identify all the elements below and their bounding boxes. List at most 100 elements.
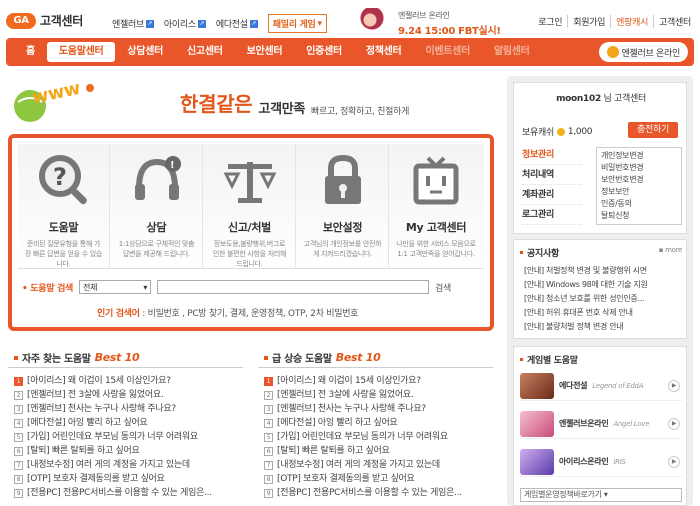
faq-item-text: [엔젤러브] 전 3살에 사랑을 잃었어요.	[277, 390, 414, 400]
faq-rising-header: 급 상승 도움말 Best 10	[258, 351, 493, 368]
submenu-item[interactable]: 보안번호변경	[601, 174, 677, 186]
faq-item[interactable]: 7 [내정보수정] 여러 게의 계정을 가지고 있는데	[258, 458, 493, 472]
faq-best-title: 자주 찾는 도움말	[22, 354, 91, 365]
faq-item[interactable]: 4 [에다전설] 아잉 빨리 하고 싶어요	[8, 416, 243, 430]
faq-item-text: [아이리스] 왜 이겁이 15세 이상인가요?	[277, 376, 421, 386]
category-security[interactable]: 보안설정 고객님의 개인정보를 안전하게 지켜드리겠습니다.	[297, 144, 389, 269]
popular-keywords-list[interactable]: : 비밀번호 , PC방 찾기, 결제, 운영정책, OTP, 2차 비밀번호	[140, 309, 358, 319]
angellove-shortcut-button[interactable]: 엔젤러브 온라인	[598, 42, 688, 62]
nav-consult-center[interactable]: 상담센터	[115, 38, 175, 66]
lock-icon	[324, 154, 361, 204]
faq-item[interactable]: 7 [내정보수정] 여러 게의 계정을 가지고 있는데	[8, 458, 243, 472]
faq-item[interactable]: 9 [전용PC] 전용PC서비스를 이용할 수 있는 게임은...	[8, 486, 243, 500]
cash-link[interactable]: 엔팡캐시	[610, 15, 653, 28]
faq-item[interactable]: 1 [아이리스] 왜 이겁이 15세 이상인가요?	[258, 374, 493, 388]
notice-item[interactable]: [안내] 처벌정책 변경 및 불량행위 시면	[524, 264, 648, 278]
faq-item[interactable]: 8 [OTP] 보호자 결제동의를 받고 싶어요	[258, 472, 493, 486]
category-desc: 1:1상담으로 구체적인 맞춤 답변을 제공해 드립니다.	[118, 240, 195, 258]
game-thumbnail	[520, 410, 554, 437]
nav-report-center[interactable]: 신고센터	[175, 38, 235, 66]
faq-item-text: [가입] 어린인데요 부모님 동의가 너무 어려워요	[277, 432, 448, 442]
main-nav: 홈 도움말센터 상담센터 신고센터 보안센터 인증센터 정책센터 이벤트센터 알…	[6, 38, 694, 66]
notice-title-text: 공지사항	[527, 249, 559, 259]
support-link[interactable]: 고객센터	[653, 15, 696, 28]
menu-account[interactable]: 계좌관리	[522, 185, 582, 205]
nav-security-center[interactable]: 보안센터	[235, 38, 295, 66]
more-label: more	[665, 246, 682, 254]
signup-link[interactable]: 회원가입	[567, 15, 610, 28]
nav-home[interactable]: 홈	[14, 38, 47, 66]
game-link-edda[interactable]: 에다전설 ↗	[216, 17, 258, 30]
game-policy-select-value: 게임별운영정책바로가기	[524, 490, 602, 499]
game-help-edda[interactable]: 에다전설 Legend of EddA ▶	[520, 371, 682, 401]
rank-badge: 7	[14, 460, 23, 470]
cash-value: 1,000	[567, 126, 593, 137]
notice-item[interactable]: [안내] 허위 휴대폰 번호 삭제 안내	[524, 306, 648, 320]
nav-auth-center[interactable]: 인증센터	[294, 38, 354, 66]
submenu-item[interactable]: 개인정보변경	[601, 150, 677, 162]
faq-item[interactable]: 1 [아이리스] 왜 이겁이 15세 이상인가요?	[8, 374, 243, 388]
game-link-label: 엔젤러브	[112, 20, 144, 30]
category-help[interactable]: ? 도움말 준비된 질문유형을 통해 가장 빠른 답변을 얻을 수 있습니다.	[18, 144, 110, 269]
game-link-iris[interactable]: 아이리스 ↗	[164, 17, 206, 30]
notice-more-link[interactable]: ▪ more	[659, 246, 683, 254]
submenu-item[interactable]: 비밀번호변경	[601, 162, 677, 174]
faq-item[interactable]: 3 [엔젤러브] 천사는 누구나 사랑해 주나요?	[258, 402, 493, 416]
search-scope-select[interactable]: 전체 ▾	[79, 280, 152, 294]
faq-item-text: [에다전설] 아잉 빨리 하고 싶어요	[277, 418, 398, 428]
nav-notice-center[interactable]: 알림센터	[482, 38, 542, 66]
category-my-support[interactable]: My 고객센터 나만을 위한 서비스 모음으로 1:1 고객만족을 얻어갑니다.	[390, 144, 482, 269]
game-link-angellove[interactable]: 엔젤러브 ↗	[112, 17, 154, 30]
submenu-item[interactable]: 탈퇴신청	[601, 210, 677, 222]
rank-badge: 6	[14, 446, 23, 456]
rank-badge: 1	[264, 376, 273, 386]
category-desc: 나만을 위한 서비스 모음으로 1:1 고객만족을 얻어갑니다.	[396, 240, 476, 258]
info-submenu: 개인정보변경 비밀번호변경 보안번호변경 정보보안 인증/동의 탈퇴신청	[596, 147, 682, 225]
faq-item[interactable]: 5 [가입] 어린인데요 부모님 동의가 너무 어려워요	[8, 430, 243, 444]
nav-event-center[interactable]: 이벤트센터	[413, 38, 482, 66]
notice-item[interactable]: [안내] 불량처벌 정책 변경 안내	[524, 320, 648, 334]
account-card: moon102 님 고객센터 보유캐쉬 1,000 충전하기 정보관리 처리내역 …	[513, 82, 687, 234]
game-policy-select[interactable]: 게임별운영정책바로가기 ▾	[520, 488, 682, 502]
event-banner[interactable]: 엔젤러브 온라인 9.24 15:00 FBT실시!	[350, 8, 505, 37]
faq-item[interactable]: 4 [에다전설] 아잉 빨리 하고 싶어요	[258, 416, 493, 430]
banner-line1: 엔젤러브 온라인	[398, 11, 450, 20]
submenu-item[interactable]: 인증/동의	[601, 198, 677, 210]
nav-help-center[interactable]: 도움말센터	[46, 42, 116, 62]
category-report[interactable]: 신고/처벌 정보도용,불량행위,버그로 인한 불편한 사항을 처리해 드립니다.	[204, 144, 296, 269]
faq-item[interactable]: 3 [엔젤러브] 천사는 누구나 사랑해 주나요?	[8, 402, 243, 416]
faq-item[interactable]: 8 [OTP] 보호자 결제동의를 받고 싶어요	[8, 472, 243, 486]
account-links: 로그인 회원가입 엔팡캐시 고객센터	[533, 15, 696, 28]
notice-item[interactable]: [안내] Windows 98에 대한 기술 지원	[524, 278, 648, 292]
category-label: 보안설정	[322, 221, 363, 234]
menu-history[interactable]: 처리내역	[522, 165, 582, 185]
notice-item[interactable]: [안내] 청소년 보호를 위한 성인인증...	[524, 292, 648, 306]
faq-item[interactable]: 9 [전용PC] 전용PC서비스를 이용할 수 있는 게임은...	[258, 486, 493, 500]
category-consult[interactable]: ! 상담 1:1상담으로 구체적인 맞춤 답변을 제공해 드립니다.	[111, 144, 203, 269]
search-input[interactable]	[157, 280, 430, 294]
category-desc: 정보도용,불량행위,버그로 인한 불편한 사항을 처리해 드립니다.	[212, 240, 287, 268]
game-help-iris[interactable]: 아이리스온라인 IRIS ▶	[520, 447, 682, 477]
game-help-title-text: 게임별 도움말	[527, 356, 578, 366]
game-help-angellove[interactable]: 엔젤러브온라인 Angel Love ▶	[520, 409, 682, 439]
sidebar: moon102 님 고객센터 보유캐쉬 1,000 충전하기 정보관리 처리내역 …	[507, 76, 693, 506]
faq-item[interactable]: 6 [탈퇴] 빠른 탈퇴를 하고 싶어요	[8, 444, 243, 458]
chevron-right-icon: ▶	[668, 380, 680, 392]
charge-button[interactable]: 충전하기	[628, 122, 678, 138]
nav-policy-center[interactable]: 정책센터	[354, 38, 414, 66]
menu-log[interactable]: 로그관리	[522, 205, 582, 225]
submenu-item[interactable]: 정보보안	[601, 186, 677, 198]
game-thumbnail	[520, 372, 554, 399]
svg-text:www: www	[30, 78, 82, 109]
faq-item[interactable]: 5 [가입] 어린인데요 부모님 동의가 너무 어려워요	[258, 430, 493, 444]
faq-item[interactable]: 6 [탈퇴] 빠른 탈퇴를 하고 싶어요	[258, 444, 493, 458]
rank-badge: 4	[264, 418, 273, 428]
logo[interactable]: GA 고객센터	[6, 12, 83, 29]
scale-icon	[223, 162, 276, 203]
search-button[interactable]: 검색	[435, 281, 451, 294]
login-link[interactable]: 로그인	[533, 15, 567, 28]
menu-info-manage[interactable]: 정보관리	[522, 145, 582, 165]
faq-item[interactable]: 2 [엔젤러브] 전 3살에 사랑을 잃었어요.	[8, 388, 243, 402]
family-game-dropdown[interactable]: 패밀리 게임 ▾	[267, 14, 327, 33]
faq-item[interactable]: 2 [엔젤러브] 전 3살에 사랑을 잃었어요.	[258, 388, 493, 402]
